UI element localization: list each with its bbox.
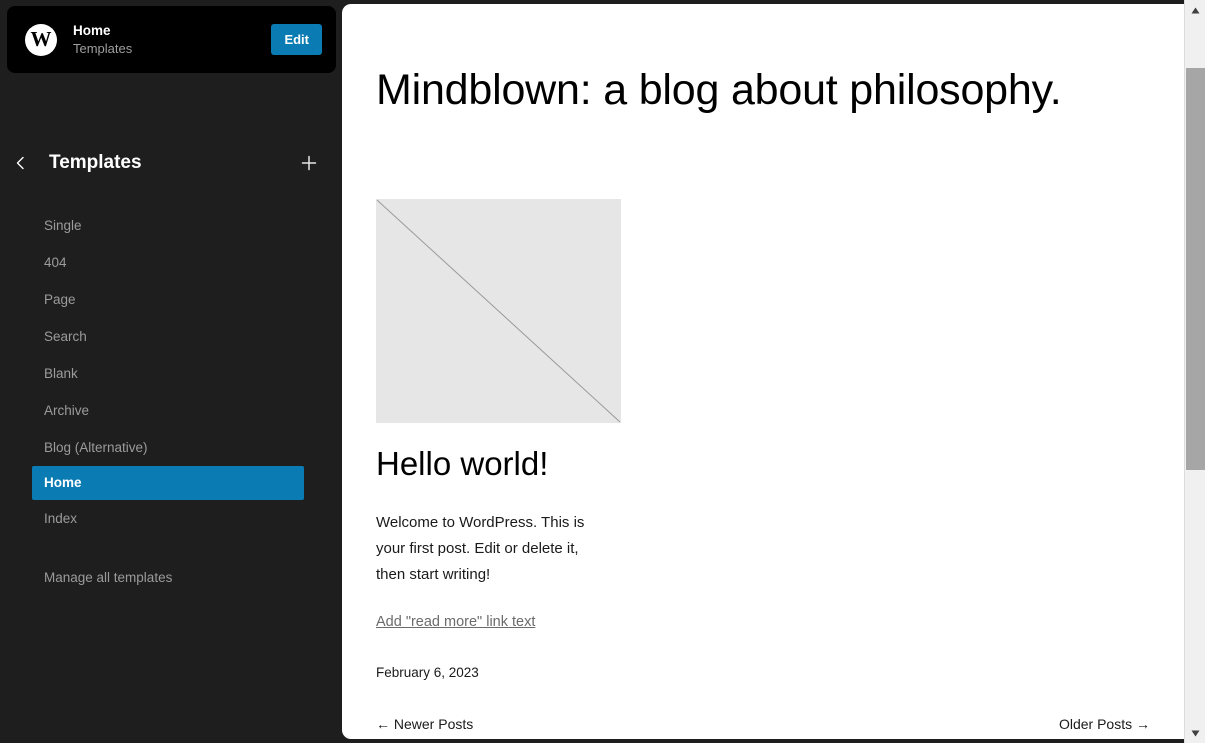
post-excerpt: Welcome to WordPress. This is your first… (376, 514, 585, 583)
editor-sidebar: W Home Templates Edit Templates Single 4… (0, 0, 342, 743)
wordpress-logo-icon[interactable]: W (25, 23, 57, 56)
older-posts-link[interactable]: Older Posts → (1059, 716, 1150, 732)
sidebar-item-404[interactable]: 404 (0, 244, 342, 281)
site-header-titles: Home Templates (73, 22, 271, 58)
pagination: ← Newer Posts Older Posts → (376, 716, 1150, 732)
sidebar-item-page[interactable]: Page (0, 281, 342, 318)
read-more-link[interactable]: Add "read more" link text (376, 614, 535, 630)
site-header-card: W Home Templates Edit (7, 6, 336, 73)
broken-image-placeholder-icon (376, 199, 621, 423)
sidebar-item-index[interactable]: Index (0, 500, 342, 537)
sidebar-item-home[interactable]: Home (32, 466, 304, 500)
wordpress-logo-glyph: W (30, 27, 52, 51)
chevron-left-icon[interactable] (4, 146, 38, 180)
scroll-down-arrow-icon[interactable] (1185, 723, 1205, 743)
site-editor-window: W Home Templates Edit Templates Single 4… (0, 0, 1205, 743)
site-title: Home (73, 22, 111, 38)
editor-canvas: Mindblown: a blog about philosophy. Hell… (342, 4, 1184, 739)
manage-all-templates-link[interactable]: Manage all templates (0, 560, 342, 594)
sidebar-item-single[interactable]: Single (0, 207, 342, 244)
blog-site-title: Mindblown: a blog about philosophy. (376, 66, 1062, 114)
sidebar-item-archive[interactable]: Archive (0, 392, 342, 429)
post-title: Hello world! (376, 445, 549, 482)
scroll-up-arrow-icon[interactable] (1185, 0, 1205, 20)
newer-posts-link[interactable]: ← Newer Posts (376, 716, 473, 732)
edit-button[interactable]: Edit (271, 24, 322, 55)
sidebar-item-blog-alternative[interactable]: Blog (Alternative) (0, 429, 342, 466)
vertical-scrollbar[interactable] (1184, 0, 1205, 743)
sidebar-item-blank[interactable]: Blank (0, 355, 342, 392)
templates-panel-header: Templates (0, 140, 342, 186)
plus-icon[interactable] (294, 148, 324, 178)
scrollbar-thumb[interactable] (1186, 68, 1205, 470)
site-subtitle: Templates (73, 40, 133, 56)
canvas-content: Mindblown: a blog about philosophy. Hell… (342, 4, 1184, 739)
post-date: February 6, 2023 (376, 665, 479, 680)
sidebar-item-search[interactable]: Search (0, 318, 342, 355)
template-list: Single 404 Page Search Blank Archive Blo… (0, 207, 342, 537)
panel-title: Templates (49, 152, 142, 173)
